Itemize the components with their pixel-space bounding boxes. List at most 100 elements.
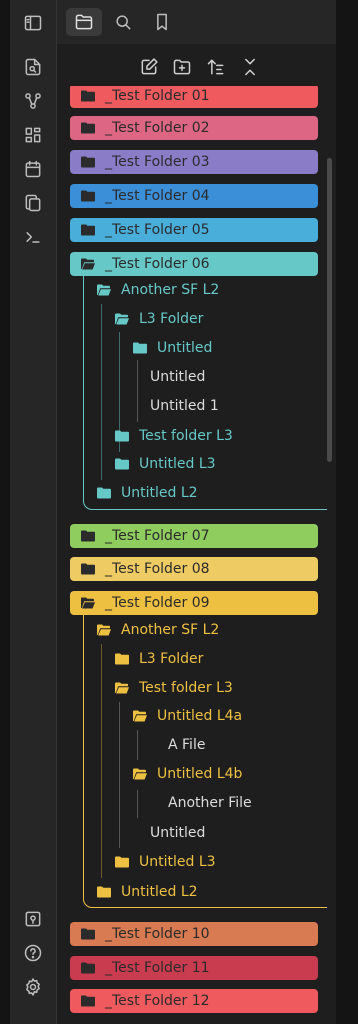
folder-row[interactable]: _Test Folder 05 [70,218,318,242]
folder-label: Untitled L3 [139,456,216,472]
file-row[interactable]: Untitled [150,821,205,845]
graph-view-icon[interactable] [22,90,44,112]
folder-row[interactable]: _Test Folder 03 [70,150,318,174]
file-label: Untitled 1 [150,398,219,414]
folder-row[interactable]: _Test Folder 06 [70,252,318,276]
folder-open-icon [133,768,147,780]
folder-icon [115,653,129,665]
folder-label: _Test Folder 04 [105,188,210,204]
folder-label: Another SF L2 [121,282,220,298]
new-note-icon[interactable] [138,56,160,78]
file-label: Another File [168,795,252,811]
folder-label: _Test Folder 02 [105,120,210,136]
help-icon[interactable] [22,942,44,964]
folder-icon [81,962,95,974]
search-icon[interactable] [105,8,141,36]
folder-icon [81,156,95,168]
file-label: A File [168,737,206,753]
folder-row[interactable]: Test folder L3 [115,676,233,700]
folder-icon [115,458,129,470]
folder-row[interactable]: _Test Folder 12 [70,989,318,1013]
new-folder-icon[interactable] [171,56,193,78]
indent-guide [137,790,138,818]
file-tree: _Test Folder 01 _Test Folder 02 _Test Fold… [57,86,336,1024]
sidebar-toggle-icon[interactable] [22,12,44,34]
folder-icon [97,886,111,898]
collapse-icon[interactable] [239,56,261,78]
folder-open-icon [115,682,129,694]
grid-icon[interactable] [22,124,44,146]
folder-row[interactable]: _Test Folder 08 [70,557,318,581]
folder-row[interactable]: _Test Folder 09 [70,591,318,615]
folder-row[interactable]: _Test Folder 11 [70,956,318,980]
folder-label: _Test Folder 03 [105,154,210,170]
folder-icon [81,122,95,134]
calendar-icon[interactable] [22,158,44,180]
file-row[interactable]: Untitled 1 [150,394,219,418]
folder-icon[interactable] [66,8,102,36]
folder-icon [81,563,95,575]
left-ribbon [10,0,56,1024]
indent-guide [137,360,138,422]
folder-open-icon [133,710,147,722]
folder-icon [81,530,95,542]
folder-icon [81,190,95,202]
settings-icon[interactable] [22,976,44,998]
folder-icon [81,90,95,102]
folder-row[interactable]: Untitled L2 [97,481,198,505]
folder-open-icon [81,597,95,609]
folder-icon [133,342,147,354]
folder-label: Untitled L2 [121,884,198,900]
folder-label: L3 Folder [139,311,204,327]
file-row[interactable]: A File [168,733,205,757]
folder-row[interactable]: Untitled L3 [115,452,216,476]
folder-row[interactable]: _Test Folder 10 [70,922,318,946]
folder-open-icon [97,284,111,296]
folder-icon [81,928,95,940]
folder-label: Untitled L3 [139,854,216,870]
folder-row[interactable]: Untitled L4b [133,762,242,786]
indent-guide [137,730,138,760]
folder-row[interactable]: _Test Folder 07 [70,524,318,548]
folder-label: _Test Folder 12 [105,993,210,1009]
folder-row[interactable]: Untitled [133,336,212,360]
folder-label: _Test Folder 06 [105,256,210,272]
folder-label: Untitled L2 [121,485,198,501]
folder-row[interactable]: Untitled L3 [115,850,216,874]
file-label: Untitled [150,369,206,385]
folder-label: Untitled L4a [157,708,243,724]
file-row[interactable]: Untitled [150,365,205,389]
folder-label: _Test Folder 09 [105,595,210,611]
sort-icon[interactable] [205,56,227,78]
folder-row[interactable]: _Test Folder 04 [70,184,318,208]
folder-row[interactable]: Untitled L2 [97,880,198,904]
bookmark-icon[interactable] [144,8,180,36]
sidebar-tab-bar [57,0,336,44]
copy-icon[interactable] [22,192,44,214]
indent-guide [101,304,102,480]
folder-row[interactable]: L3 Folder [115,307,203,331]
folder-row[interactable]: Untitled L4a [133,704,242,728]
folder-label: Another SF L2 [121,622,220,638]
vault-icon[interactable] [22,908,44,930]
folder-row[interactable]: Another SF L2 [97,278,219,302]
folder-label: _Test Folder 07 [105,528,210,544]
folder-label: _Test Folder 10 [105,926,210,942]
file-row[interactable]: Another File [168,791,252,815]
folder-row[interactable]: _Test Folder 02 [70,116,318,140]
search-file-icon[interactable] [22,56,44,78]
folder-label: Test folder L3 [139,428,233,444]
folder-row[interactable]: L3 Folder [115,647,203,671]
folder-row[interactable]: Another SF L2 [97,618,219,642]
folder-row[interactable]: _Test Folder 01 [70,86,318,108]
folder-label: Test folder L3 [139,680,233,696]
scrollbar[interactable] [327,158,332,462]
folder-label: _Test Folder 08 [105,561,210,577]
indent-guide [101,644,102,878]
folder-icon [81,995,95,1007]
indent-guide [119,702,120,848]
folder-icon [115,430,129,442]
folder-row[interactable]: Test folder L3 [115,424,233,448]
folder-icon [115,856,129,868]
terminal-icon[interactable] [22,226,44,248]
